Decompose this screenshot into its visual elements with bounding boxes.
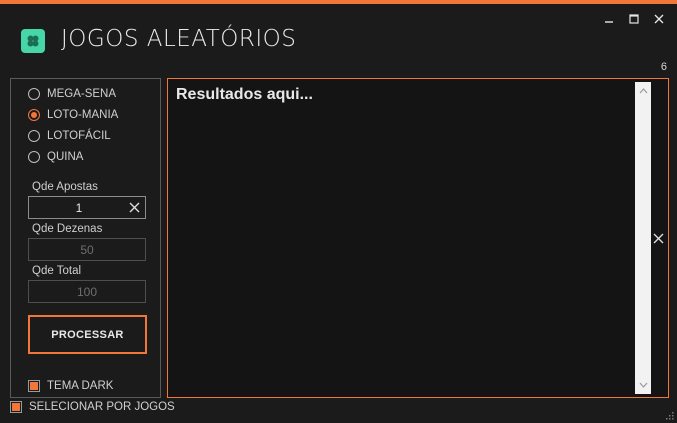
app-title: JOGOS ALEATÓRIOS: [61, 26, 297, 52]
radio-button[interactable]: [28, 109, 40, 121]
radio-button[interactable]: [28, 130, 40, 142]
qde-apostas-label: Qde Apostas: [32, 181, 98, 193]
maximize-icon: [629, 14, 639, 24]
minimize-icon: [605, 21, 613, 23]
chevron-up-icon[interactable]: [635, 84, 651, 98]
qde-dezenas-input: [29, 239, 145, 260]
qde-total-field: [28, 280, 146, 303]
results-placeholder: Resultados aqui...: [176, 86, 313, 103]
maximize-button[interactable]: [625, 10, 643, 28]
radio-label: MEGA-SENA: [47, 88, 117, 100]
radio-button[interactable]: [28, 151, 40, 163]
selecionar-por-jogos-checkbox[interactable]: [10, 401, 22, 413]
processar-button[interactable]: PROCESSAR: [28, 315, 147, 354]
selecionar-por-jogos-label: SELECIONAR POR JOGOS: [29, 401, 175, 413]
close-icon: [654, 14, 664, 24]
qde-apostas-field[interactable]: [28, 196, 146, 219]
qde-dezenas-label: Qde Dezenas: [32, 223, 103, 235]
clover-icon: [21, 29, 45, 53]
tema-dark-checkbox-row[interactable]: TEMA DARK: [28, 380, 113, 392]
minimize-button[interactable]: [600, 10, 618, 28]
radio-quina[interactable]: QUINA: [28, 151, 83, 163]
qde-dezenas-field: [28, 238, 146, 261]
radio-label: LOTO-MANIA: [47, 109, 119, 121]
qde-total-label: Qde Total: [32, 265, 82, 277]
chevron-down-icon[interactable]: [635, 378, 651, 392]
clear-results-icon[interactable]: [651, 231, 665, 245]
clear-icon[interactable]: [127, 200, 142, 215]
radio-button[interactable]: [28, 88, 40, 100]
vertical-scrollbar[interactable]: [635, 82, 651, 394]
qde-total-input: [29, 281, 145, 302]
count-label: 6: [660, 61, 667, 73]
resize-grip-icon[interactable]: [664, 410, 674, 420]
radio-label: QUINA: [47, 151, 84, 163]
radio-loto-mania[interactable]: LOTO-MANIA: [28, 109, 118, 121]
options-panel: MEGA-SENA LOTO-MANIA LOTOFÁCIL QUINA Qde…: [10, 78, 161, 398]
radio-label: LOTOFÁCIL: [47, 130, 111, 142]
selecionar-por-jogos-row[interactable]: SELECIONAR POR JOGOS: [10, 401, 175, 413]
app-window: JOGOS ALEATÓRIOS 6 MEGA-SENA LOTO-MANIA …: [0, 0, 677, 423]
tema-dark-label: TEMA DARK: [47, 380, 114, 392]
close-button[interactable]: [650, 10, 668, 28]
tema-dark-checkbox[interactable]: [28, 380, 40, 392]
radio-mega-sena[interactable]: MEGA-SENA: [28, 88, 116, 100]
results-textbox[interactable]: Resultados aqui...: [167, 78, 669, 398]
radio-lotofacil[interactable]: LOTOFÁCIL: [28, 130, 111, 142]
